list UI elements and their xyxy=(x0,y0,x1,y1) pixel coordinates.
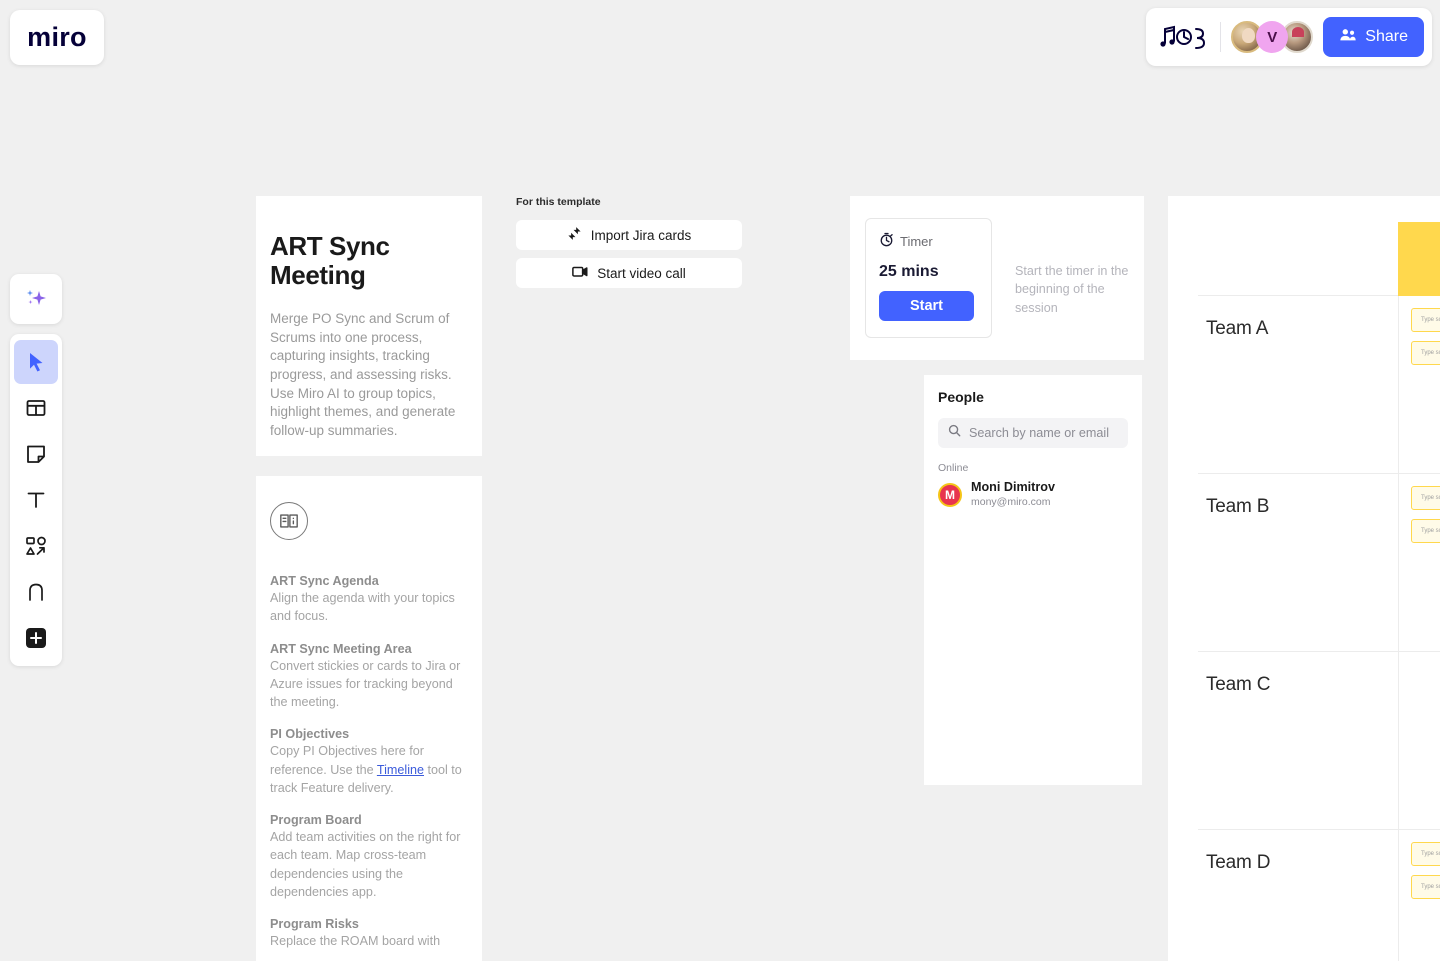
tool-pen[interactable] xyxy=(14,570,58,614)
search-icon xyxy=(948,424,961,442)
program-board-cards-cell[interactable]: Type som Type som xyxy=(1398,830,1440,961)
tool-sticky-note[interactable] xyxy=(14,432,58,476)
instruction-title: ART Sync Meeting Area xyxy=(270,641,412,656)
sticky-card[interactable]: Type som xyxy=(1411,875,1440,899)
person-email: mony@miro.com xyxy=(971,495,1051,508)
program-board-team-cell: Team C xyxy=(1198,652,1398,829)
pen-icon xyxy=(25,581,47,603)
program-board-team-cell: Team A xyxy=(1198,296,1398,473)
program-board-header-row: Is d xyxy=(1198,222,1440,296)
jira-icon xyxy=(567,226,582,244)
program-board-column-header: Is d xyxy=(1398,222,1440,296)
start-video-call-label: Start video call xyxy=(597,265,686,281)
music-notes-icon[interactable] xyxy=(1160,22,1210,52)
program-board-cards-cell[interactable]: Type som Type som xyxy=(1398,474,1440,651)
avatar: M xyxy=(938,482,962,507)
tool-shapes[interactable] xyxy=(14,524,58,568)
program-board-team-cell: Team B xyxy=(1198,474,1398,651)
top-right-toolbar: V Share xyxy=(1146,8,1432,66)
team-name: Team D xyxy=(1206,852,1271,873)
sticky-card[interactable]: Type som xyxy=(1411,842,1440,866)
share-button[interactable]: Share xyxy=(1323,17,1424,57)
sticky-card[interactable]: Type som xyxy=(1411,486,1440,510)
timer-note: Start the timer in the beginning of the … xyxy=(1015,264,1129,315)
tool-text[interactable] xyxy=(14,478,58,522)
tool-more-apps[interactable] xyxy=(14,616,58,660)
ai-sparkle-icon[interactable] xyxy=(10,274,62,324)
sticky-card[interactable]: Type som xyxy=(1411,519,1440,543)
program-board-corner-cell xyxy=(1198,222,1398,295)
video-camera-icon xyxy=(572,265,588,281)
board-title-card: ART Sync Meeting Merge PO Sync and Scrum… xyxy=(256,196,482,456)
text-icon xyxy=(25,489,47,511)
instruction-section: ART Sync Meeting Area Convert stickies o… xyxy=(270,642,468,712)
people-list-item[interactable]: M Moni Dimitrov mony@miro.com xyxy=(938,480,1128,509)
stopwatch-icon xyxy=(879,232,894,250)
tool-templates[interactable] xyxy=(14,386,58,430)
timer-frame: Timer 25 mins Start Start the timer in t… xyxy=(850,196,1144,360)
instruction-title: PI Objectives xyxy=(270,727,350,742)
collaborator-avatars: V xyxy=(1231,21,1314,53)
table-row: Team A Type som Type som xyxy=(1198,296,1440,474)
miro-logo[interactable]: miro xyxy=(10,10,104,65)
table-row: Team D Type som Type som xyxy=(1198,830,1440,961)
instruction-title: Program Board xyxy=(270,813,362,827)
table-row: Team B Type som Type som xyxy=(1198,474,1440,652)
instruction-body: Add team activities on the right for eac… xyxy=(270,830,461,899)
timer-label: Timer xyxy=(900,233,933,249)
left-toolbar xyxy=(10,334,62,666)
people-panel-title: People xyxy=(938,389,984,405)
instructions-card: ART Sync Agenda Align the agenda with yo… xyxy=(256,476,482,961)
start-video-call-button[interactable]: Start video call xyxy=(516,258,742,288)
miro-logo-text: miro xyxy=(27,22,87,52)
timer-widget: Timer 25 mins Start xyxy=(865,218,992,338)
page-title: ART Sync Meeting xyxy=(270,231,390,291)
timeline-link[interactable]: Timeline xyxy=(377,763,424,777)
instruction-body: Replace the ROAM board with xyxy=(270,934,441,948)
program-board-cards-cell[interactable] xyxy=(1398,652,1440,829)
instruction-title: ART Sync Agenda xyxy=(270,574,379,588)
sticky-card[interactable]: Type som xyxy=(1411,341,1440,365)
team-name: Team B xyxy=(1206,496,1270,517)
team-name: Team C xyxy=(1206,674,1271,695)
instruction-body: Align the agenda with your topics and fo… xyxy=(270,591,455,624)
template-actions: For this template Import Jira cards Star… xyxy=(516,196,746,296)
team-name: Team A xyxy=(1206,318,1269,339)
timer-start-button[interactable]: Start xyxy=(879,291,974,321)
sticky-card[interactable]: Type som xyxy=(1411,308,1440,332)
shapes-icon xyxy=(24,534,48,558)
sticky-note-icon xyxy=(25,443,47,465)
templates-icon xyxy=(25,397,47,419)
instruction-section: ART Sync Agenda Align the agenda with yo… xyxy=(270,574,468,626)
open-book-icon xyxy=(270,502,308,540)
people-search-input[interactable] xyxy=(969,426,1119,440)
template-actions-label: For this template xyxy=(516,196,601,208)
person-name: Moni Dimitrov xyxy=(971,480,1055,494)
toolbar-divider xyxy=(1220,22,1222,52)
share-button-label: Share xyxy=(1365,28,1408,45)
avatar-user-2[interactable]: V xyxy=(1256,21,1289,53)
instruction-title: Program Risks xyxy=(270,917,359,931)
import-jira-cards-button[interactable]: Import Jira cards xyxy=(516,220,742,250)
plus-more-apps-icon xyxy=(24,626,48,650)
timer-header: Timer xyxy=(879,232,978,250)
tool-cursor-select[interactable] xyxy=(14,340,58,384)
instruction-body: Copy PI Objectives here for reference. U… xyxy=(270,742,468,797)
program-board-team-cell: Team D xyxy=(1198,830,1398,961)
people-search-box[interactable] xyxy=(938,418,1128,448)
program-board-cards-cell[interactable]: Type som Type som xyxy=(1398,296,1440,473)
instruction-body: Convert stickies or cards to Jira or Azu… xyxy=(270,658,461,710)
instruction-section: PI Objectives Copy PI Objectives here fo… xyxy=(270,727,468,797)
program-board: Is d Team A Type som Type som Team B Typ… xyxy=(1168,196,1440,961)
table-row: Team C xyxy=(1198,652,1440,830)
instruction-section: Program Risks Replace the ROAM board wit… xyxy=(270,917,468,950)
instruction-section: Program Board Add team activities on the… xyxy=(270,813,468,901)
people-share-icon xyxy=(1339,26,1357,49)
people-online-label: Online xyxy=(938,462,969,474)
timer-value: 25 mins xyxy=(879,263,939,280)
people-panel: People Online M Moni Dimitrov mony@miro.… xyxy=(924,375,1142,785)
import-jira-cards-label: Import Jira cards xyxy=(590,227,692,243)
board-description: Merge PO Sync and Scrum of Scrums into o… xyxy=(270,311,456,438)
cursor-select-icon xyxy=(25,351,47,373)
